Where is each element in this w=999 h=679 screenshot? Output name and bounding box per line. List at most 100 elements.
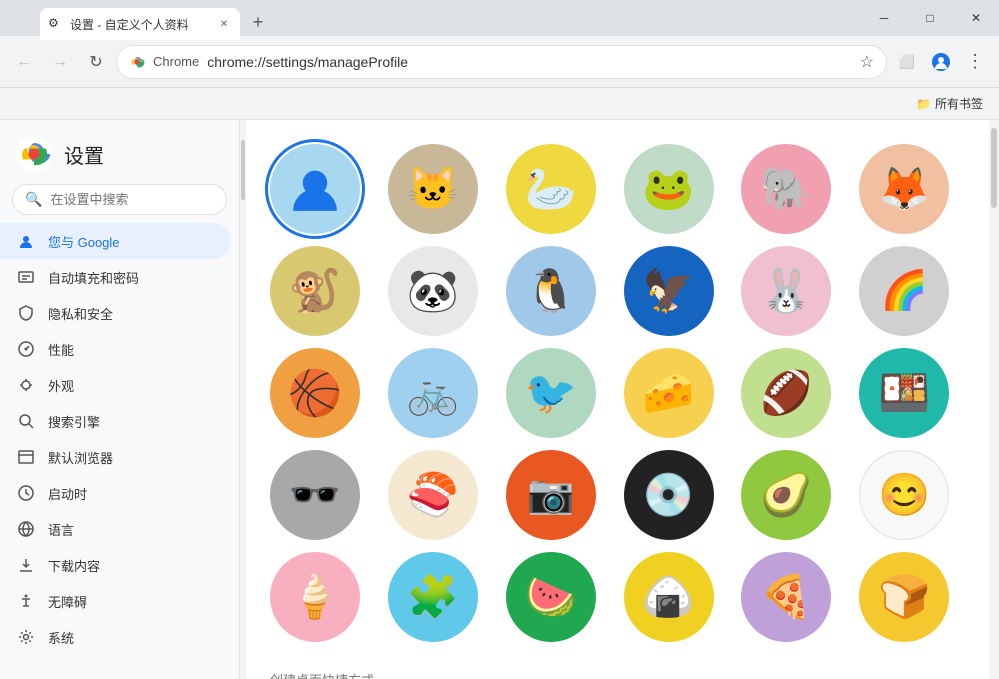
sidebar-item-privacy[interactable]: 隐私和安全	[0, 295, 231, 331]
sidebar-label-startup: 启动时	[48, 484, 87, 503]
content-area: 🐱 🦢 🐸 🐘 🦊 🐒 🐼 🐧	[246, 120, 989, 679]
new-tab-area-btn[interactable]	[12, 4, 40, 32]
footer-text: 创建桌面快捷方式...	[270, 662, 965, 679]
search-engine-icon	[16, 411, 36, 431]
sidebar-item-accessibility[interactable]: 无障碍	[0, 583, 231, 619]
avatar-item[interactable]: 🧀	[624, 348, 714, 438]
avatar-item[interactable]: 🐰	[741, 246, 831, 336]
avatar-item[interactable]: 🐼	[388, 246, 478, 336]
avatar-item[interactable]: 🍞	[859, 552, 949, 642]
avatar-item[interactable]: 🦊	[859, 144, 949, 234]
avatar-item[interactable]: 🕶️	[270, 450, 360, 540]
maximize-button[interactable]: □	[907, 0, 953, 36]
sidebar-item-performance[interactable]: 性能	[0, 331, 231, 367]
chrome-label: Chrome	[153, 54, 199, 69]
avatar-item[interactable]	[270, 144, 360, 234]
reload-button[interactable]: ↻	[80, 46, 112, 78]
performance-icon	[16, 339, 36, 359]
sidebar-item-you-google[interactable]: 您与 Google	[0, 223, 231, 259]
accessibility-icon	[16, 591, 36, 611]
all-bookmarks-item[interactable]: 📁 所有书签	[908, 93, 991, 114]
sidebar-label-privacy: 隐私和安全	[48, 304, 113, 323]
right-scrollbar-track[interactable]	[989, 120, 999, 679]
avatar-grid: 🐱 🦢 🐸 🐘 🦊 🐒 🐼 🐧	[270, 136, 965, 650]
search-icon: 🔍	[25, 191, 42, 208]
avatar-emoji: 🦢	[525, 165, 577, 214]
sidebar-item-browser[interactable]: 默认浏览器	[0, 439, 231, 475]
sidebar-item-language[interactable]: 语言	[0, 511, 231, 547]
tab-favicon-icon: ⚙	[48, 16, 64, 32]
address-bar[interactable]: Chrome ☆	[116, 45, 887, 79]
avatar-item[interactable]: 🐘	[741, 144, 831, 234]
main-content: 设置 🔍 您与 Google 自动填充和密码	[0, 120, 999, 679]
avatar-emoji: 🚲	[407, 369, 459, 418]
active-tab[interactable]: ⚙ 设置 - 自定义个人资料 ✕	[40, 8, 240, 40]
avatar-emoji: 🏈	[760, 369, 812, 418]
tab-close-button[interactable]: ✕	[216, 16, 232, 32]
avatar-item[interactable]: 🐱	[388, 144, 478, 234]
avatar-item[interactable]: 🍉	[506, 552, 596, 642]
tab-strip: ⚙ 设置 - 自定义个人资料 ✕ +	[40, 0, 272, 36]
sidebar-item-appearance[interactable]: 外观	[0, 367, 231, 403]
forward-button[interactable]: →	[44, 46, 76, 78]
avatar-item[interactable]: 🧩	[388, 552, 478, 642]
avatar-emoji: 🐰	[760, 267, 812, 316]
sidebar-item-system[interactable]: 系统	[0, 619, 231, 655]
tab-title: 设置 - 自定义个人资料	[70, 16, 210, 33]
avatar-emoji: 🍦	[289, 573, 341, 622]
avatar-item[interactable]: 📷	[506, 450, 596, 540]
profile-button[interactable]	[925, 46, 957, 78]
avatar-emoji: 🦅	[642, 267, 694, 316]
settings-page-title: 设置	[64, 140, 104, 169]
avatar-item[interactable]: 🍙	[624, 552, 714, 642]
avatar-item[interactable]: 🏀	[270, 348, 360, 438]
toolbar-right-buttons: ⬜ ⋮	[891, 46, 991, 78]
avatar-item[interactable]: 🍱	[859, 348, 949, 438]
privacy-icon	[16, 303, 36, 323]
avatar-emoji: 🍕	[760, 573, 812, 622]
chrome-logo-icon	[129, 54, 145, 70]
minimize-button[interactable]: ─	[861, 0, 907, 36]
sidebar-item-downloads[interactable]: 下载内容	[0, 547, 231, 583]
avatar-item[interactable]: 🍦	[270, 552, 360, 642]
avatar-item[interactable]: 🐦	[506, 348, 596, 438]
back-button[interactable]: ←	[8, 46, 40, 78]
avatar-item[interactable]: 🚲	[388, 348, 478, 438]
sidebar-item-search[interactable]: 搜索引擎	[0, 403, 231, 439]
avatar-emoji: 🧀	[642, 369, 694, 418]
avatar-item[interactable]: 🍣	[388, 450, 478, 540]
system-icon	[16, 627, 36, 647]
avatar-emoji: 🐘	[760, 165, 812, 214]
avatar-item[interactable]: 💿	[624, 450, 714, 540]
avatar-item[interactable]: 🌈	[859, 246, 949, 336]
titlebar: ⚙ 设置 - 自定义个人资料 ✕ + ─ □ ✕	[0, 0, 999, 36]
sidebar-scrollbar-thumb	[241, 140, 245, 200]
avatar-item[interactable]: 🐒	[270, 246, 360, 336]
extensions-button[interactable]: ⬜	[891, 46, 923, 78]
close-button[interactable]: ✕	[953, 0, 999, 36]
avatar-item[interactable]: 🍕	[741, 552, 831, 642]
settings-search-box[interactable]: 🔍	[12, 184, 227, 215]
sidebar-item-autofill[interactable]: 自动填充和密码	[0, 259, 231, 295]
settings-nav: 您与 Google 自动填充和密码 隐私和安全 性能	[0, 223, 239, 655]
avatar-item[interactable]: 🥑	[741, 450, 831, 540]
address-input[interactable]	[207, 54, 851, 70]
avatar-emoji: 🍞	[878, 573, 930, 622]
avatar-item[interactable]: 🐸	[624, 144, 714, 234]
all-bookmarks-label: 所有书签	[935, 95, 983, 112]
sidebar-label-autofill: 自动填充和密码	[48, 268, 139, 287]
avatar-item[interactable]: 🏈	[741, 348, 831, 438]
avatar-item[interactable]: 🐧	[506, 246, 596, 336]
avatar-emoji: 💿	[642, 471, 694, 520]
avatar-emoji: 🦊	[878, 165, 930, 214]
avatar-item[interactable]: 😊	[859, 450, 949, 540]
avatar-item[interactable]: 🦅	[624, 246, 714, 336]
bookmark-star-icon[interactable]: ☆	[860, 52, 874, 72]
avatar-emoji: 🐒	[289, 267, 341, 316]
language-icon	[16, 519, 36, 539]
avatar-item[interactable]: 🦢	[506, 144, 596, 234]
new-tab-button[interactable]: +	[244, 8, 272, 36]
sidebar-item-startup[interactable]: 启动时	[0, 475, 231, 511]
menu-button[interactable]: ⋮	[959, 46, 991, 78]
settings-search-input[interactable]	[50, 192, 214, 207]
